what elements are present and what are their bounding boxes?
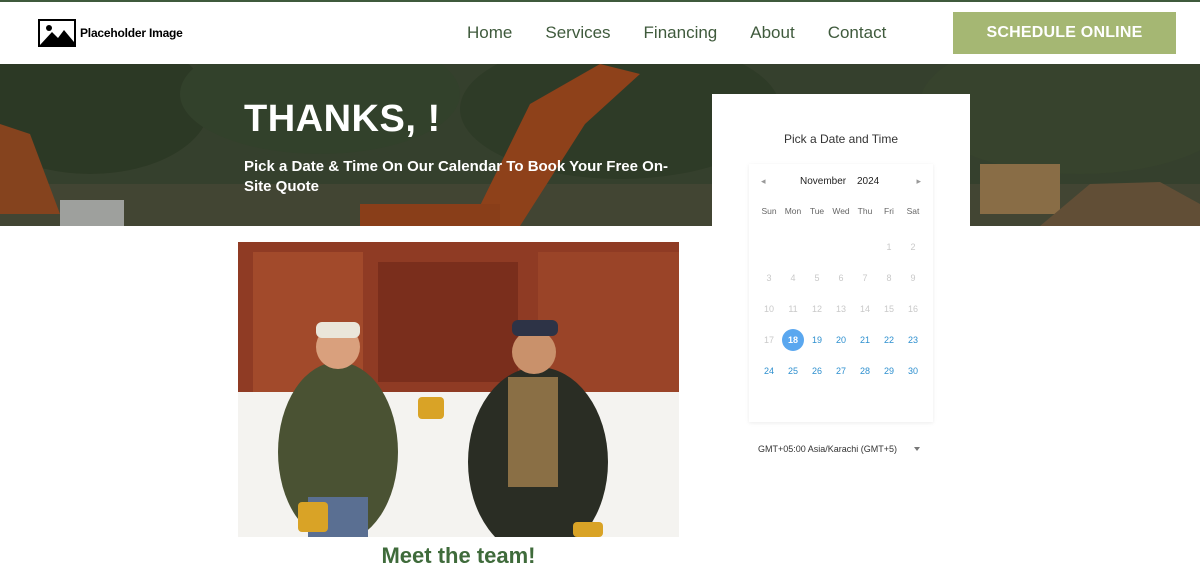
- booking-title: Pick a Date and Time: [783, 132, 899, 146]
- calendar-day: 4: [790, 273, 796, 283]
- calendar-day: 2: [910, 242, 916, 252]
- calendar-day[interactable]: 21: [854, 329, 876, 351]
- calendar-day[interactable]: 20: [830, 329, 852, 351]
- weekday-label: Wed: [832, 206, 850, 216]
- calendar-day: 16: [907, 304, 918, 314]
- calendar-day[interactable]: 19: [806, 329, 828, 351]
- hero-overlay: [0, 64, 1200, 226]
- chevron-left-icon[interactable]: ◂: [761, 176, 766, 187]
- calendar-day: 17: [763, 335, 774, 345]
- calendar-day[interactable]: 23: [902, 329, 924, 351]
- calendar-day: 11: [788, 304, 798, 314]
- calendar-day: 1: [886, 242, 892, 252]
- calendar-day[interactable]: 22: [878, 329, 900, 351]
- timezone-select[interactable]: GMT+05:00 Asia/Karachi (GMT+5): [758, 444, 897, 454]
- nav-about[interactable]: About: [750, 22, 794, 44]
- hero-title: THANKS, !: [244, 98, 441, 140]
- calendar-day: 8: [886, 273, 892, 283]
- calendar-day: 15: [883, 304, 894, 314]
- team-photo: [238, 242, 679, 537]
- calendar-day[interactable]: 29: [878, 360, 900, 382]
- weekday-label: Fri: [884, 206, 894, 216]
- calendar-day[interactable]: 30: [902, 360, 924, 382]
- calendar-day: 6: [838, 273, 844, 283]
- weekday-label: Mon: [784, 206, 802, 216]
- calendar-day[interactable]: 28: [854, 360, 876, 382]
- calendar-header: ◂ November 2024 ▸: [749, 176, 933, 190]
- hero-banner: THANKS, ! Pick a Date & Time On Our Cale…: [0, 64, 1200, 226]
- logo[interactable]: Placeholder Image: [38, 19, 183, 47]
- calendar-day[interactable]: 26: [806, 360, 828, 382]
- schedule-online-button[interactable]: SCHEDULE ONLINE: [953, 12, 1176, 54]
- calendar-day[interactable]: 27: [830, 360, 852, 382]
- nav-services[interactable]: Services: [545, 22, 610, 44]
- calendar-day[interactable]: 25: [782, 360, 804, 382]
- calendar-day: 9: [910, 273, 916, 283]
- calendar-day: 10: [763, 304, 774, 314]
- weekday-label: Tue: [809, 206, 825, 216]
- calendar-day[interactable]: 24: [758, 360, 780, 382]
- calendar-day[interactable]: 18: [782, 329, 804, 351]
- calendar-day: 3: [766, 273, 772, 283]
- nav-home[interactable]: Home: [467, 22, 512, 44]
- main-nav: Home Services Financing About Contact: [467, 22, 919, 44]
- calendar-day: 13: [835, 304, 846, 314]
- calendar-day: 12: [811, 304, 822, 314]
- calendar-day: 7: [862, 273, 868, 283]
- calendar-day: 14: [859, 304, 870, 314]
- weekday-label: Thu: [857, 206, 873, 216]
- calendar-widget: ◂ November 2024 ▸ Sun Mon Tue Wed Thu Fri Sat 1…: [749, 164, 933, 422]
- chevron-right-icon[interactable]: ▸: [916, 176, 921, 187]
- logo-text: Placeholder Image: [80, 26, 183, 40]
- calendar-month[interactable]: November: [800, 176, 846, 187]
- site-header: Placeholder Image Home Services Financin…: [0, 2, 1200, 64]
- nav-financing[interactable]: Financing: [644, 22, 718, 44]
- calendar-year[interactable]: 2024: [857, 176, 879, 187]
- hero-subtitle: Pick a Date & Time On Our Calendar To Bo…: [244, 158, 668, 195]
- image-placeholder-icon: [38, 19, 76, 47]
- calendar-day: 5: [814, 273, 820, 283]
- weekday-label: Sat: [906, 206, 920, 216]
- team-title: Meet the team!: [381, 543, 536, 566]
- caret-down-icon[interactable]: [914, 447, 920, 451]
- nav-contact[interactable]: Contact: [828, 22, 887, 44]
- weekday-label: Sun: [761, 206, 777, 216]
- team-photo-image: [238, 242, 679, 537]
